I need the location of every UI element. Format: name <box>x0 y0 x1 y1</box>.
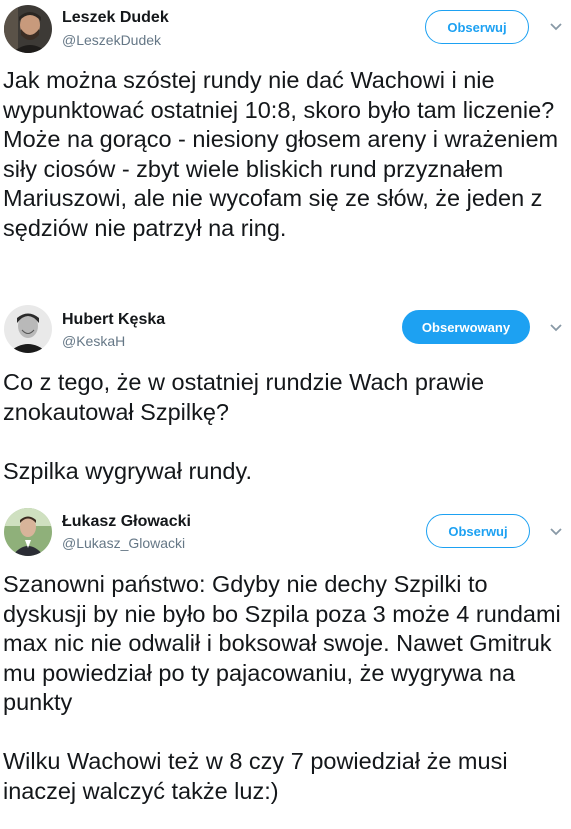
following-button[interactable]: Obserwowany <box>402 310 530 344</box>
author-name[interactable]: Leszek Dudek <box>62 9 169 27</box>
follow-button[interactable]: Obserwuj <box>426 514 530 548</box>
avatar[interactable] <box>4 305 52 353</box>
avatar[interactable] <box>4 5 52 53</box>
avatar[interactable] <box>4 508 52 556</box>
author-handle[interactable]: @Lukasz_Glowacki <box>62 535 185 551</box>
tweet-text: Jak można szóstej rundy nie dać Wachowi … <box>3 67 559 241</box>
chevron-down-icon[interactable] <box>549 527 563 537</box>
chevron-down-icon[interactable] <box>549 22 563 32</box>
tweet-text: Szanowni państwo: Gdyby nie dechy Szpilk… <box>3 571 561 804</box>
follow-button[interactable]: Obserwuj <box>425 10 529 44</box>
author-name[interactable]: Łukasz Głowacki <box>62 513 191 531</box>
author-handle[interactable]: @LeszekDudek <box>62 32 161 48</box>
author-name[interactable]: Hubert Kęska <box>62 311 165 329</box>
author-handle[interactable]: @KeskaH <box>62 333 125 349</box>
tweet-text: Co z tego, że w ostatniej rundzie Wach p… <box>3 369 485 484</box>
chevron-down-icon[interactable] <box>549 323 563 333</box>
